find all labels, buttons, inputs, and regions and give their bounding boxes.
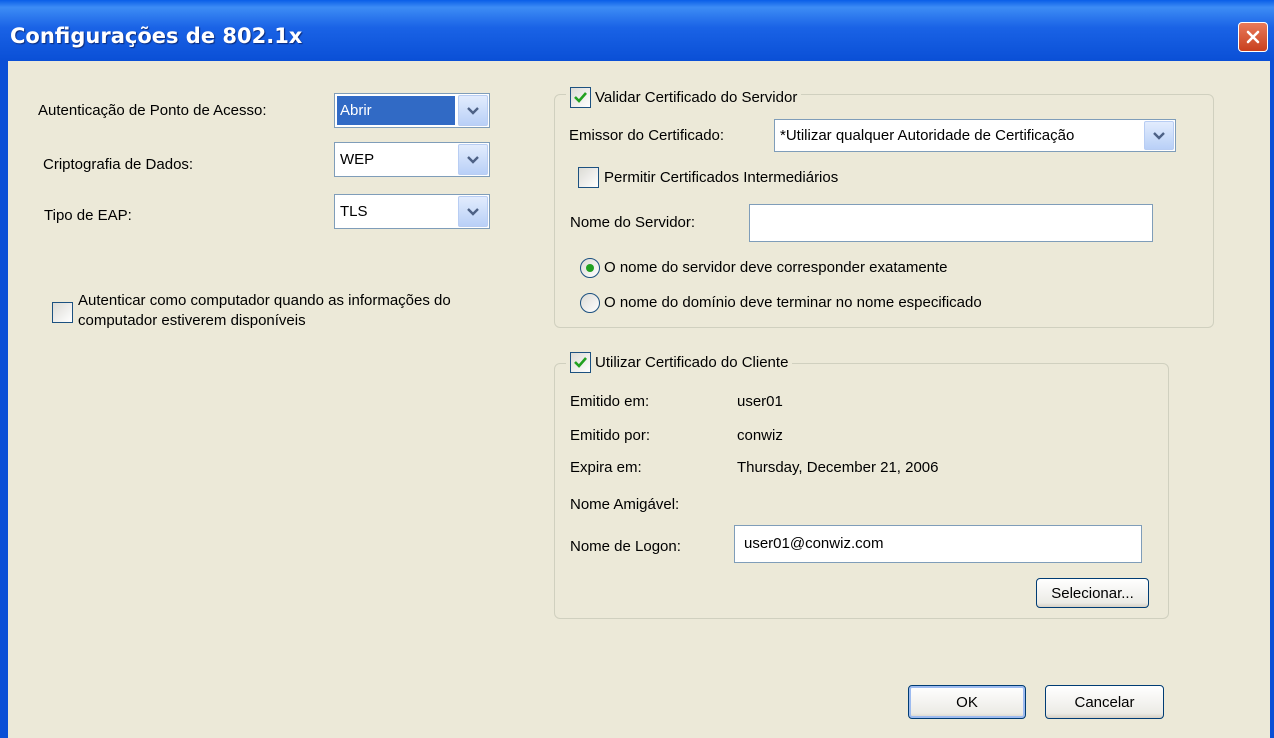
dialog-body: Autenticação de Ponto de Acesso: Abrir C…	[8, 61, 1270, 738]
issued-by-label: Emitido por:	[570, 427, 651, 444]
check-icon	[574, 92, 587, 103]
eap-label: Tipo de EAP:	[44, 207, 132, 224]
friendly-name-label: Nome Amigável:	[570, 496, 680, 513]
check-icon	[574, 357, 587, 368]
eap-select-value: TLS	[340, 203, 368, 220]
auth-select[interactable]: Abrir	[334, 93, 490, 128]
issued-to-label: Emitido em:	[570, 393, 650, 410]
radio-selected-dot	[586, 264, 594, 272]
logon-name-input[interactable]: user01@conwiz.com	[734, 525, 1142, 563]
chevron-down-icon[interactable]	[1144, 121, 1174, 150]
close-button[interactable]	[1238, 22, 1268, 52]
radio-domain-label: O nome do domínio deve terminar no nome …	[604, 294, 982, 311]
client-cert-legend[interactable]: Utilizar Certificado do Cliente	[566, 352, 793, 373]
server-name-label: Nome do Servidor:	[570, 214, 696, 231]
radio-exact-match[interactable]	[580, 258, 600, 278]
computer-auth-label-line2: computador estiverem disponíveis	[78, 312, 306, 329]
server-cert-legend[interactable]: Validar Certificado do Servidor	[566, 87, 802, 108]
issuer-select-value: *Utilizar qualquer Autoridade de Certifi…	[780, 127, 1075, 144]
issuer-label: Emissor do Certificado:	[569, 127, 725, 144]
eap-select[interactable]: TLS	[334, 194, 490, 229]
expires-label: Expira em:	[570, 459, 642, 476]
logon-name-value: user01@conwiz.com	[744, 535, 884, 552]
close-icon	[1246, 30, 1260, 44]
expires-value: Thursday, December 21, 2006	[737, 459, 939, 476]
chevron-down-icon[interactable]	[458, 144, 488, 175]
auth-select-value: Abrir	[337, 96, 455, 125]
computer-auth-label-line1: Autenticar como computador quando as inf…	[78, 292, 451, 309]
issued-by-value: conwiz	[737, 427, 783, 444]
crypto-label: Criptografia de Dados:	[43, 156, 194, 173]
dialog-window: Configurações de 802.1x Autenticação de …	[0, 0, 1274, 738]
use-client-cert-label: Utilizar Certificado do Cliente	[595, 354, 789, 371]
validate-server-checkbox[interactable]	[570, 87, 591, 108]
ok-button[interactable]: OK	[908, 685, 1026, 719]
allow-intermediate-checkbox[interactable]	[578, 167, 599, 188]
computer-auth-checkbox[interactable]	[52, 302, 73, 323]
logon-name-label: Nome de Logon:	[570, 538, 681, 555]
select-cert-button[interactable]: Selecionar...	[1036, 578, 1149, 608]
allow-intermediate-label: Permitir Certificados Intermediários	[604, 169, 839, 186]
validate-server-label: Validar Certificado do Servidor	[595, 89, 798, 106]
window-title: Configurações de 802.1x	[10, 24, 303, 48]
cancel-button[interactable]: Cancelar	[1045, 685, 1164, 719]
use-client-cert-checkbox[interactable]	[570, 352, 591, 373]
auth-label: Autenticação de Ponto de Acesso:	[38, 102, 267, 119]
crypto-select[interactable]: WEP	[334, 142, 490, 177]
issued-to-value: user01	[737, 393, 783, 410]
chevron-down-icon[interactable]	[458, 196, 488, 227]
issuer-select[interactable]: *Utilizar qualquer Autoridade de Certifi…	[774, 119, 1176, 152]
server-name-input[interactable]	[749, 204, 1153, 242]
title-bar[interactable]: Configurações de 802.1x	[0, 0, 1274, 61]
chevron-down-icon[interactable]	[458, 95, 488, 126]
radio-exact-label: O nome do servidor deve corresponder exa…	[604, 259, 948, 276]
radio-domain-match[interactable]	[580, 293, 600, 313]
crypto-select-value: WEP	[340, 151, 375, 168]
